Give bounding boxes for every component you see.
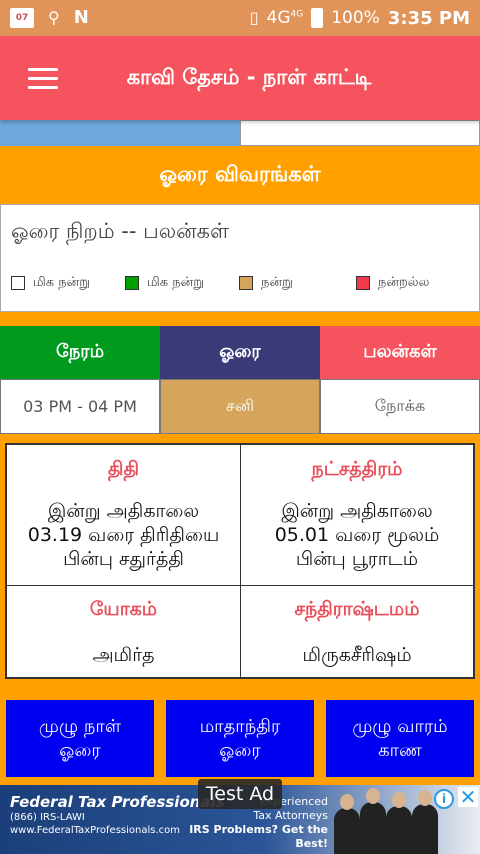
orai-header-row: நேரம் ஓரை பலன்கள் bbox=[0, 326, 480, 379]
ad-person bbox=[334, 794, 360, 854]
thithi-cell: திதி இன்று அதிகாலை 03.19 வரை திரிதியை பி… bbox=[6, 444, 241, 586]
battery-percent: 100% bbox=[331, 8, 380, 28]
legend-swatch-green bbox=[125, 276, 139, 290]
current-time-slot: 03 PM - 04 PM bbox=[0, 379, 160, 434]
ad-info-icon[interactable]: i bbox=[434, 789, 454, 809]
app-bar: காவி தேசம் - நாள் காட்டி bbox=[0, 36, 480, 120]
menu-icon[interactable] bbox=[28, 67, 58, 89]
orai-section-title: ஓரை விவரங்கள் bbox=[159, 161, 321, 186]
orai-legend-card: ஓரை நிறம் -- பலன்கள் மிக நன்று மிக நன்று… bbox=[0, 204, 480, 312]
ad-close-icon[interactable]: ✕ bbox=[458, 787, 478, 807]
test-ad-badge: Test Ad bbox=[198, 779, 282, 809]
ad-person bbox=[412, 790, 438, 854]
yogam-cell: யோகம் அமிர்த bbox=[6, 585, 241, 678]
status-bar: ⚲ N ▯ 4G4G 100% 3:35 PM bbox=[0, 0, 480, 36]
chandrashtamam-cell: சந்திராஷ்டமம் மிருகசீரிஷம் bbox=[240, 585, 474, 678]
legend-label: நன்று bbox=[261, 275, 293, 290]
scrolled-tabs bbox=[0, 120, 480, 146]
panchang-grid: திதி இன்று அதிகாலை 03.19 வரை திரிதியை பி… bbox=[5, 443, 475, 679]
vibrate-icon: ▯ bbox=[249, 8, 259, 27]
ad-person bbox=[386, 792, 412, 854]
usb-icon: ⚲ bbox=[48, 8, 60, 27]
header-orai: ஓரை bbox=[160, 326, 320, 379]
full-week-button[interactable]: முழு வாரம் காண bbox=[326, 700, 474, 777]
nakshatra-line: பின்பு பூராடம் bbox=[295, 548, 419, 570]
chandrashtamam-title: சந்திராஷ்டமம் bbox=[294, 598, 420, 620]
legend-swatch-white bbox=[11, 276, 25, 290]
header-palan: பலன்கள் bbox=[320, 326, 480, 379]
legend-label: மிக நன்று bbox=[33, 275, 91, 290]
clock: 3:35 PM bbox=[387, 7, 470, 29]
chandrashtamam-value: மிருகசீரிஷம் bbox=[302, 644, 412, 666]
full-day-orai-button[interactable]: முழு நாள் ஓரை bbox=[6, 700, 154, 777]
app-title: காவி தேசம் - நாள் காட்டி bbox=[126, 64, 372, 89]
ad-people-image bbox=[330, 785, 440, 854]
current-orai: சனி bbox=[160, 379, 320, 434]
tab-left[interactable] bbox=[0, 120, 240, 146]
tab-right[interactable] bbox=[240, 120, 480, 146]
legend-item: மிக நன்று bbox=[11, 275, 90, 291]
nakshatra-cell: நட்சத்திரம் இன்று அதிகாலை 05.01 வரை மூலம… bbox=[240, 444, 474, 586]
legend-item: நன்று bbox=[239, 275, 293, 291]
yogam-value: அமிர்த bbox=[92, 644, 155, 666]
thithi-line: இன்று அதிகாலை bbox=[47, 500, 200, 522]
thithi-line: பின்பு சதுர்த்தி bbox=[63, 548, 184, 570]
legend-swatch-gold bbox=[239, 276, 253, 290]
monthly-orai-button[interactable]: மாதாந்திர ஓரை bbox=[166, 700, 314, 777]
legend-item: நன்றல்ல bbox=[356, 275, 429, 291]
nakshatra-line: இன்று அதிகாலை bbox=[281, 500, 433, 522]
legend-swatch-red bbox=[356, 276, 370, 290]
current-palan: நோக்க bbox=[320, 379, 480, 434]
legend-label: மிக நன்று bbox=[147, 275, 205, 290]
legend-heading: ஓரை நிறம் -- பலன்கள் bbox=[11, 219, 229, 243]
legend-item: மிக நன்று bbox=[125, 275, 204, 291]
network-type: 4G4G bbox=[266, 8, 304, 28]
nakshatra-title: நட்சத்திரம் bbox=[311, 458, 403, 480]
legend-label: நன்றல்ல bbox=[378, 275, 430, 290]
yogam-title: யோகம் bbox=[89, 598, 158, 620]
ad-tagline-line: Tax Attorneys bbox=[253, 809, 328, 822]
thithi-title: திதி bbox=[107, 458, 140, 480]
nakshatra-line: 05.01 வரை மூலம் bbox=[274, 524, 440, 546]
legend-row: மிக நன்று மிக நன்று நன்று நன்றல்ல bbox=[11, 275, 471, 297]
calendar-notification-icon bbox=[10, 8, 34, 28]
header-time: நேரம் bbox=[0, 326, 160, 379]
ad-person bbox=[360, 788, 386, 854]
n-app-icon: N bbox=[73, 7, 89, 28]
ad-tagline-line: IRS Problems? Get the Best! bbox=[189, 823, 328, 850]
orai-value-row: 03 PM - 04 PM சனி நோக்க bbox=[0, 379, 480, 434]
battery-icon bbox=[311, 8, 324, 28]
thithi-line: 03.19 வரை திரிதியை bbox=[27, 524, 220, 546]
